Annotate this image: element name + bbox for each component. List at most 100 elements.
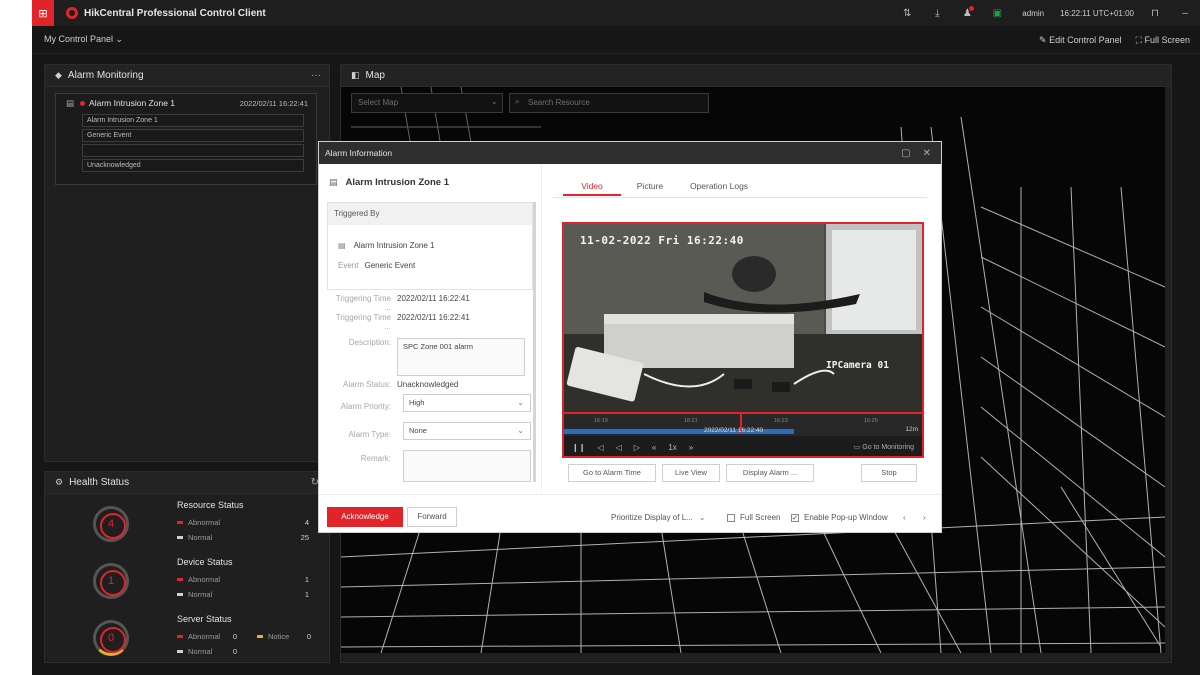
panel-title: Health Status bbox=[69, 477, 130, 488]
next-alarm-icon[interactable]: › bbox=[923, 513, 926, 522]
alarm-type-select[interactable]: None ⌄ bbox=[403, 422, 531, 440]
restore-icon[interactable]: ▢ bbox=[901, 148, 910, 159]
alarm-name: Alarm Intrusion Zone 1 bbox=[345, 176, 449, 188]
abnormal-label: Abnormal bbox=[188, 575, 221, 584]
health-status-panel: ⚙ Health Status ↻ 4 Resource Status Abno… bbox=[44, 471, 330, 663]
server-status[interactable]: 0 Server Status Abnormal 0 Notice 0 Normal… bbox=[45, 612, 329, 668]
search-resource-input[interactable]: Search Resource bbox=[509, 93, 709, 113]
alarm-type-label: Alarm Type: bbox=[348, 430, 391, 439]
chevron-down-icon: ⌄ bbox=[491, 97, 498, 106]
display-alarm-button[interactable]: Display Alarm ... bbox=[726, 464, 814, 482]
sort-icon[interactable]: ⇅ bbox=[892, 8, 922, 19]
tab-picture[interactable]: Picture bbox=[621, 178, 679, 196]
alarm-event-field: Generic Event bbox=[82, 129, 304, 142]
normal-label: Normal bbox=[188, 647, 213, 656]
normal-label: Normal bbox=[188, 590, 213, 599]
triggering-time-row: Triggering Time ... 2022/02/11 16:22:41 bbox=[327, 294, 533, 312]
user-name[interactable]: admin bbox=[1012, 9, 1054, 18]
clock: 16:22:11 UTC+01:00 bbox=[1060, 8, 1134, 18]
go-to-alarm-time-button[interactable]: Go to Alarm Time bbox=[568, 464, 656, 482]
chevron-down-icon: ⌄ bbox=[517, 426, 524, 435]
abnormal-marker bbox=[177, 521, 183, 524]
alarm-monitoring-header: ◆ Alarm Monitoring ··· bbox=[45, 65, 329, 87]
more-icon[interactable]: ··· bbox=[311, 70, 321, 81]
tab-operation-logs[interactable]: Operation Logs bbox=[679, 178, 759, 196]
lock-icon[interactable]: ⊓ bbox=[1140, 8, 1170, 19]
device-icon: ▤ bbox=[338, 240, 346, 250]
fast-icon[interactable]: » bbox=[689, 443, 693, 452]
excel-icon[interactable]: ▣ bbox=[982, 8, 1012, 19]
alarm-name: Alarm Intrusion Zone 1 bbox=[89, 98, 176, 108]
acknowledge-button[interactable]: Acknowledge bbox=[327, 507, 403, 527]
go-to-monitoring-button[interactable]: ▭ Go to Monitoring bbox=[854, 443, 914, 451]
abnormal-label: Abnormal bbox=[188, 518, 221, 527]
full-screen-checkbox[interactable]: Full Screen bbox=[727, 513, 780, 522]
enable-popup-label: Enable Pop-up Window bbox=[804, 513, 888, 522]
prioritize-display-select[interactable]: Prioritize Display of L... ⌄ bbox=[611, 513, 706, 522]
full-screen-button[interactable]: ⛶ Full Screen bbox=[1136, 35, 1190, 46]
grid-icon[interactable]: ⊞ bbox=[32, 0, 54, 26]
slow-icon[interactable]: « bbox=[652, 443, 656, 452]
timeline-zoom[interactable]: 12m bbox=[905, 426, 918, 433]
normal-count: 1 bbox=[304, 590, 309, 599]
tabs-underline bbox=[553, 197, 927, 198]
select-map-dropdown[interactable]: Select Map bbox=[351, 93, 503, 113]
alarm-status-field: Unacknowledged bbox=[82, 159, 304, 172]
normal-marker bbox=[177, 650, 183, 653]
dialog-header: Alarm Information ▢ ✕ bbox=[319, 142, 941, 164]
description-field[interactable]: SPC Zone 001 alarm bbox=[397, 338, 525, 376]
step-back-icon[interactable]: ◁ bbox=[597, 443, 603, 452]
stop-button[interactable]: Stop bbox=[861, 464, 917, 482]
speed-icon[interactable]: 1x bbox=[668, 443, 676, 452]
remark-label: Remark: bbox=[360, 454, 391, 463]
pause-icon[interactable]: ❙❙ bbox=[572, 443, 585, 452]
tab-video[interactable]: Video bbox=[563, 178, 621, 196]
event-label: Event bbox=[338, 260, 359, 270]
enable-popup-checkbox[interactable]: ✓ Enable Pop-up Window bbox=[791, 513, 888, 522]
live-view-button[interactable]: Live View bbox=[662, 464, 720, 482]
timeline[interactable]: 16:19 16:21 16:23 16:25 2022/02/11 16:22… bbox=[564, 412, 922, 436]
alarm-priority-select[interactable]: High ⌄ bbox=[403, 394, 531, 412]
map-header: ◧ Map bbox=[341, 65, 1171, 87]
triggered-by-label: Triggered By bbox=[328, 203, 532, 225]
checkbox-checked[interactable]: ✓ bbox=[791, 513, 799, 522]
timeline-tick: 16:25 bbox=[864, 418, 878, 424]
alarm-source-field: Alarm Intrusion Zone 1 bbox=[82, 114, 304, 127]
forward-button[interactable]: Forward bbox=[407, 507, 457, 527]
abnormal-count: 0 bbox=[232, 632, 237, 641]
map-icon: ◧ bbox=[351, 70, 360, 80]
timeline-time: 2022/02/11 16:22:40 bbox=[704, 427, 764, 434]
normal-marker bbox=[177, 593, 183, 596]
normal-count: 25 bbox=[300, 533, 309, 542]
normal-marker bbox=[177, 536, 183, 539]
app-title: HikCentral Professional Control Client bbox=[84, 7, 266, 19]
prioritize-label: Prioritize Display of L... bbox=[611, 513, 693, 522]
notice-label: Notice bbox=[268, 632, 290, 641]
rewind-icon[interactable]: ◁ bbox=[616, 443, 622, 452]
video-player[interactable]: 11-02-2022 Fri 16:22:40 IPCamera 01 16:1… bbox=[562, 222, 924, 458]
device-status[interactable]: 1 Device Status Abnormal 1 Normal 1 bbox=[45, 555, 329, 611]
server-ring: 0 bbox=[93, 620, 129, 656]
resource-status[interactable]: 4 Resource Status Abnormal 4 Normal 25 bbox=[45, 498, 329, 554]
edit-control-panel-button[interactable]: ✎ Edit Control Panel bbox=[1039, 35, 1122, 46]
alarm-information-dialog: Alarm Information ▢ ✕ ▤ Alarm Intrusion … bbox=[318, 141, 942, 533]
timeline-tick: 16:19 bbox=[594, 418, 608, 424]
resource-ring: 4 bbox=[93, 506, 129, 542]
alarm-bell-icon[interactable]: ♟ bbox=[952, 5, 982, 19]
alarm-dot bbox=[80, 100, 86, 106]
forward-icon[interactable]: ▷ bbox=[634, 443, 640, 452]
previous-alarm-icon[interactable]: ‹ bbox=[903, 513, 906, 522]
minimize-icon[interactable]: – bbox=[1170, 8, 1200, 19]
remark-field[interactable] bbox=[403, 450, 531, 482]
panel-title: Map bbox=[365, 70, 385, 81]
triggered-by-box: Triggered By ▤ Alarm Intrusion Zone 1 Ev… bbox=[327, 202, 533, 290]
search-icon: ⌕ bbox=[515, 97, 520, 106]
control-panel-select[interactable]: My Control Panel ⌄ bbox=[44, 34, 123, 45]
trigger-source-name: Alarm Intrusion Zone 1 bbox=[353, 240, 435, 250]
close-icon[interactable]: ✕ bbox=[923, 148, 931, 159]
alarm-card[interactable]: ▤ Alarm Intrusion Zone 1 2022/02/11 16:2… bbox=[55, 93, 317, 185]
checkbox-unchecked[interactable] bbox=[727, 513, 735, 522]
panel-title: Alarm Monitoring bbox=[67, 70, 144, 81]
download-icon[interactable]: ⤓ bbox=[922, 8, 952, 19]
details-scrollbar[interactable] bbox=[533, 202, 536, 482]
